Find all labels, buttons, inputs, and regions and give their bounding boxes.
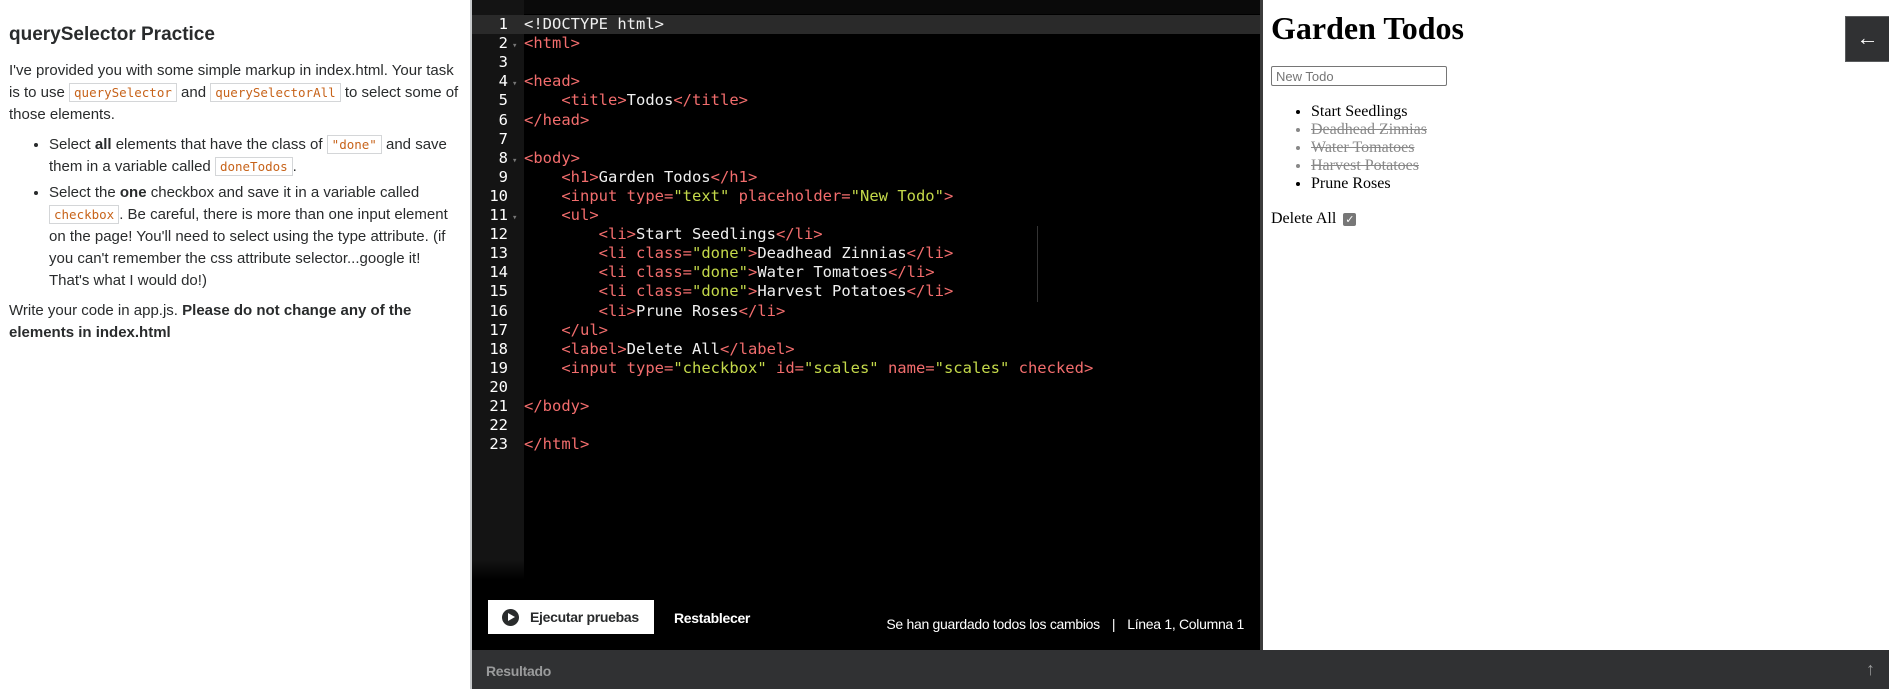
line-number: 2 [498,34,508,53]
line-number: 5 [498,91,508,110]
line-number: 19 [489,358,508,377]
delete-all-label: Delete All [1271,210,1337,227]
new-todo-input[interactable] [1271,66,1447,86]
code-line[interactable]: 17 </ul> [472,321,1260,340]
code-editor[interactable]: 1 <!DOCTYPE html> 2 ▾ <html> 3 4 ▾ <head> 5 <titl… [472,0,1260,650]
delete-all-row: Delete All ✓ [1271,210,1357,228]
arrow-left-icon: ← [1856,25,1879,50]
instructions-intro: I've provided you with some simple marku… [9,62,459,123]
line-number: 15 [489,282,508,301]
reset-button[interactable]: Restablecer [668,600,756,634]
line-number: 16 [489,301,508,320]
cursor-position: Línea 1, Columna 1 [1127,616,1244,632]
todo-item: Prune Roses [1311,175,1427,193]
line-number: 9 [498,167,508,186]
result-label: Resultado [486,663,551,679]
code-line[interactable]: 15 <li class="done">Harvest Potatoes</li… [472,282,1260,301]
code-line[interactable]: 2 ▾ <html> [472,34,1260,53]
line-number: 23 [489,435,508,454]
preview-pane: Garden Todos Start SeedlingsDeadhead Zin… [1263,0,1889,650]
editor-tabbar [472,0,1260,14]
line-number: 8 [498,148,508,167]
code-line[interactable]: 20 [472,378,1260,397]
back-button[interactable]: ← [1845,16,1889,62]
code-line[interactable]: 1 <!DOCTYPE html> [472,15,1260,34]
code-line[interactable]: 14 <li class="done">Water Tomatoes</li> [472,263,1260,282]
code-queryselectorall: querySelectorAll [210,83,341,102]
code-line[interactable]: 18 <label>Delete All</label> [472,340,1260,359]
code-line[interactable]: 10 <input type="text" placeholder="New T… [472,187,1260,206]
line-number: 1 [472,15,512,34]
instructions-title: querySelector Practice [9,24,215,45]
code-line[interactable]: 19 <input type="checkbox" id="scales" na… [472,359,1260,378]
line-number: 7 [498,129,508,148]
todo-item: Harvest Potatoes [1311,157,1427,175]
instruction-item: Select all elements that have the class … [49,134,461,178]
code-line[interactable]: 9 <h1>Garden Todos</h1> [472,168,1260,187]
play-icon [502,608,519,626]
code-line[interactable]: 12 <li>Start Seedlings</li> [472,225,1260,244]
line-number: 6 [498,110,508,129]
code-line[interactable]: 16 <li>Prune Roses</li> [472,302,1260,321]
run-tests-button[interactable]: Ejecutar pruebas [488,600,654,634]
code-donetodos: doneTodos [214,157,293,176]
line-number: 13 [489,244,508,263]
result-bar[interactable]: Resultado ↑ [472,650,1889,689]
preview-heading: Garden Todos [1271,10,1464,46]
code-line[interactable]: 7 [472,130,1260,149]
instructions-list: Select all elements that have the class … [9,134,461,292]
line-number: 3 [498,53,508,72]
code-line[interactable]: 8 ▾ <body> [472,149,1260,168]
save-status: Se han guardado todos los cambios [886,616,1100,632]
code-line[interactable]: 3 [472,53,1260,72]
code-done: "done" [326,135,382,154]
code-line[interactable]: 6 </head> [472,111,1260,130]
todo-item: Start Seedlings [1311,103,1427,121]
todo-item: Deadhead Zinnias [1311,121,1427,139]
line-number: 4 [498,72,508,91]
instructions-panel: querySelector Practice I've provided you… [0,0,470,689]
instructions-outro: Write your code in app.js. Please do not… [9,302,412,341]
line-number: 11 [489,206,508,224]
line-number: 20 [489,377,508,396]
line-number: 14 [489,263,508,282]
line-number: 22 [489,416,508,435]
code-queryselector: querySelector [69,83,177,102]
todo-list: Start SeedlingsDeadhead ZinniasWater Tom… [1271,103,1427,193]
delete-all-checkbox[interactable]: ✓ [1343,212,1357,226]
line-number: 17 [489,320,508,339]
indent-guide [1037,226,1038,302]
line-number: 12 [489,225,508,244]
code-line[interactable]: 23 </html> [472,435,1260,454]
line-number: 10 [489,186,508,205]
arrow-up-icon[interactable]: ↑ [1866,659,1875,680]
line-number: 21 [489,397,508,415]
instruction-item: Select the one checkbox and save it in a… [49,182,461,292]
code-line[interactable]: 11 ▾ <ul> [472,206,1260,225]
code-line[interactable]: 22 [472,416,1260,435]
editor-status: Se han guardado todos los cambios | Línea … [886,616,1244,632]
code-checkbox: checkbox [49,205,120,224]
todo-item: Water Tomatoes [1311,139,1427,157]
line-number: 18 [489,339,508,358]
code-line[interactable]: 13 <li class="done">Deadhead Zinnias</li… [472,244,1260,263]
code-line[interactable]: 4 ▾ <head> [472,72,1260,91]
code-line[interactable]: 21 </body> [472,397,1260,416]
code-line[interactable]: 5 <title>Todos</title> [472,91,1260,110]
